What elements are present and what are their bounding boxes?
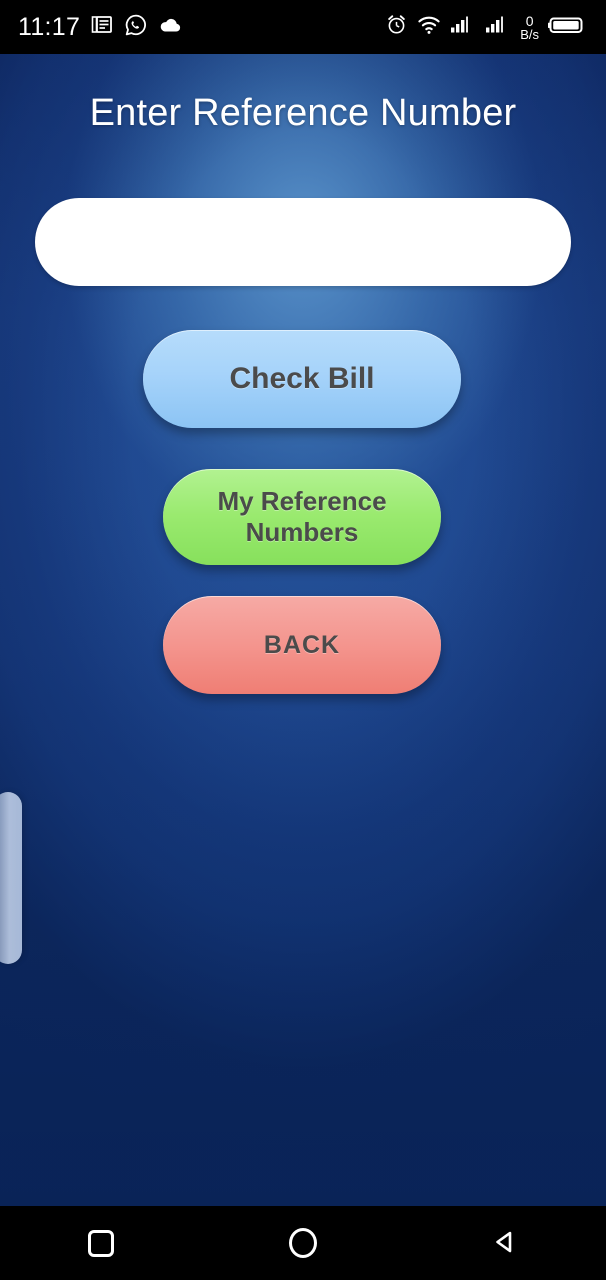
battery-icon: [548, 14, 588, 41]
android-navigation-bar: [0, 1206, 606, 1280]
recents-square-icon: [88, 1229, 114, 1257]
reference-number-input[interactable]: [35, 198, 571, 286]
app-content-area: Enter Reference Number Check Bill My Ref…: [0, 54, 606, 1206]
check-bill-button[interactable]: Check Bill: [143, 330, 461, 428]
phone-screen: 11:17 0 B/s Enter Reference Number Check…: [0, 0, 606, 1280]
home-circle-icon: [289, 1228, 317, 1258]
status-bar: 11:17 0 B/s: [0, 0, 606, 54]
whatsapp-icon: [124, 13, 148, 42]
back-triangle-icon: [489, 1226, 521, 1261]
data-rate-unit: B/s: [520, 26, 539, 42]
my-reference-numbers-button[interactable]: My Reference Numbers: [163, 469, 441, 565]
signal-sim1-icon: [450, 14, 476, 41]
wifi-icon: [417, 14, 441, 41]
status-bar-right: 0 B/s: [385, 13, 588, 41]
back-button[interactable]: BACK: [163, 596, 441, 694]
data-rate-indicator: 0 B/s: [520, 14, 539, 41]
page-title: Enter Reference Number: [89, 92, 517, 134]
nav-home-button[interactable]: [258, 1206, 348, 1280]
cloud-icon: [158, 13, 183, 42]
nav-back-button[interactable]: [460, 1206, 550, 1280]
status-bar-left: 11:17: [18, 13, 183, 42]
edge-swipe-handle[interactable]: [0, 792, 22, 964]
signal-sim2-icon: [485, 14, 511, 41]
nav-recents-button[interactable]: [56, 1206, 146, 1280]
data-rate-value: 0: [525, 12, 534, 29]
alarm-clock-icon: [385, 13, 408, 41]
news-document-icon: [90, 13, 114, 42]
status-bar-clock: 11:17: [18, 12, 81, 41]
